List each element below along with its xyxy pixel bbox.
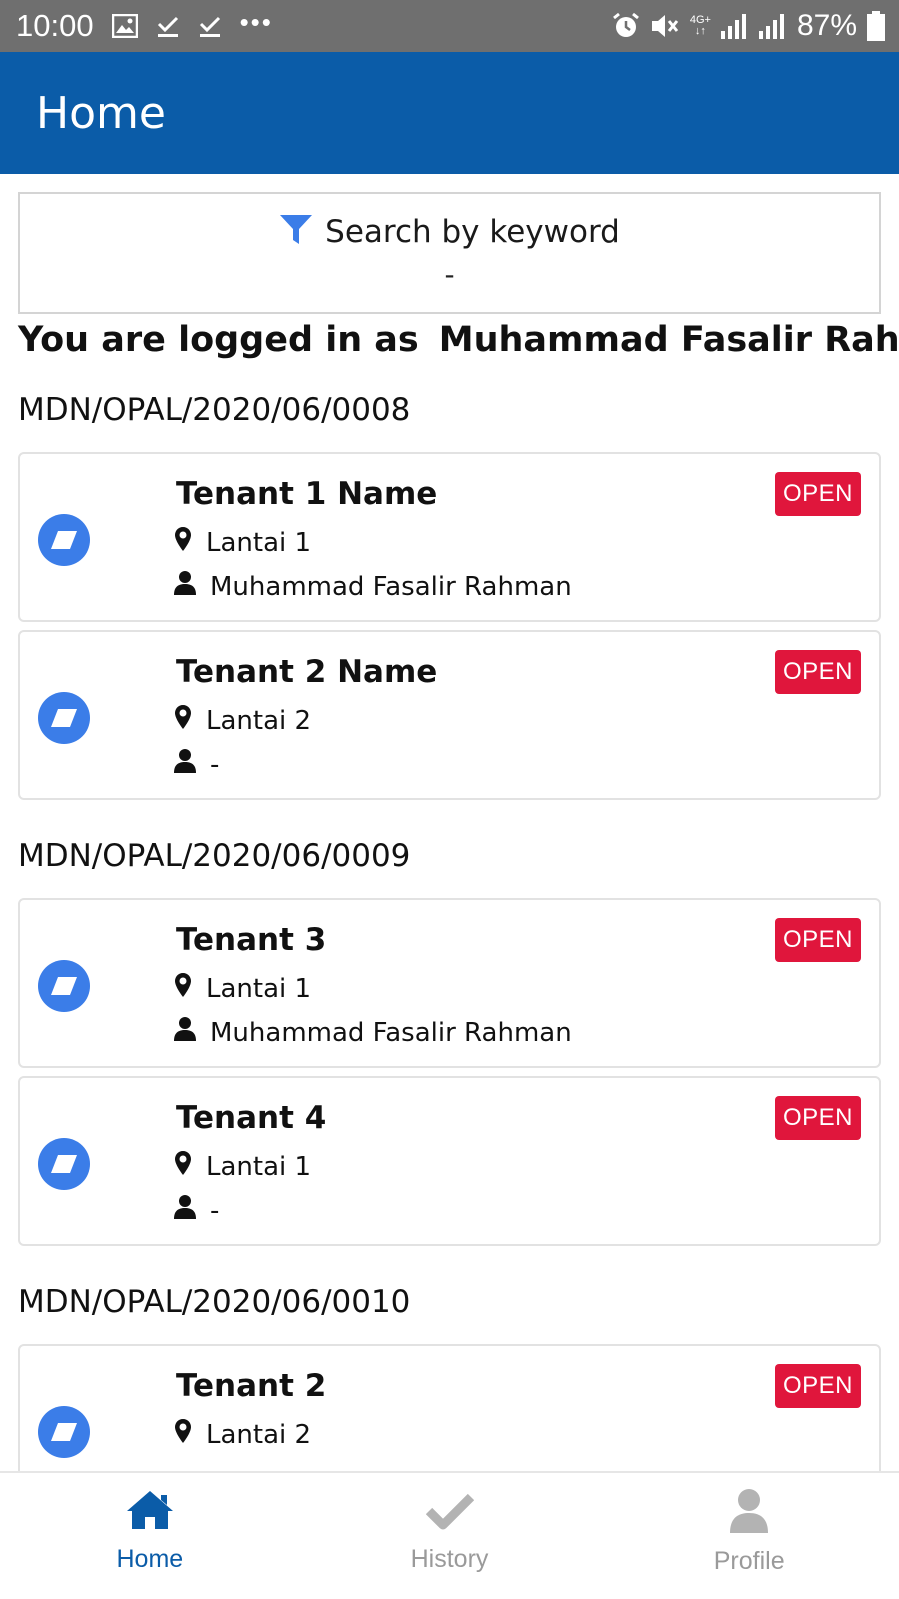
- logged-in-user: Muhammad Fasalir Rahman: [438, 320, 899, 360]
- tenant-name: Tenant 3: [176, 922, 327, 958]
- user-icon: [174, 1195, 196, 1226]
- location-row: Lantai 1: [174, 1150, 311, 1183]
- group-title: MDN/OPAL/2020/06/0009: [18, 838, 411, 874]
- tenant-name: Tenant 2: [176, 1368, 327, 1404]
- location-pin-icon: [174, 704, 192, 737]
- filter-icon: [279, 214, 313, 250]
- status-badge: OPEN: [774, 1364, 861, 1408]
- network-type-icon: 4G+ ↓↑: [689, 14, 711, 37]
- location-row: Lantai 1: [174, 972, 311, 1005]
- user-icon: [174, 1017, 196, 1048]
- status-badge: OPEN: [774, 918, 861, 962]
- status-badge: OPEN: [774, 650, 861, 694]
- assignee-text: Muhammad Fasalir Rahman: [210, 571, 572, 602]
- status-badge: OPEN: [774, 472, 861, 516]
- ticket-icon: [38, 692, 90, 744]
- location-text: Lantai 2: [206, 1419, 312, 1450]
- page-title: Home: [36, 87, 166, 139]
- nav-profile-label: Profile: [713, 1547, 785, 1575]
- group-title: MDN/OPAL/2020/06/0008: [18, 392, 411, 428]
- nav-home[interactable]: Home: [0, 1473, 300, 1599]
- user-icon: [729, 1489, 769, 1537]
- tenant-name: Tenant 4: [176, 1100, 327, 1136]
- mute-icon: [650, 12, 680, 40]
- location-row: Lantai 2: [174, 704, 311, 737]
- more-notifications-icon: •••: [239, 6, 273, 37]
- alarm-icon: [612, 12, 640, 40]
- nav-history[interactable]: History: [300, 1473, 600, 1599]
- status-bar: 10:00 ••• 4G+ ↓↑ 87%: [0, 0, 899, 52]
- location-row: Lantai 2: [174, 1418, 311, 1451]
- list-item[interactable]: Tenant 1 Name Lantai 1 Muhammad Fasalir …: [18, 452, 881, 622]
- location-text: Lantai 1: [206, 973, 312, 1004]
- assignee-text: -: [210, 749, 220, 780]
- list-item[interactable]: Tenant 2 Lantai 2 OPEN: [18, 1344, 881, 1471]
- search-value: -: [444, 258, 455, 291]
- location-row: Lantai 1: [174, 526, 311, 559]
- assignee-text: Muhammad Fasalir Rahman: [210, 1017, 572, 1048]
- signal-icon: [758, 13, 787, 39]
- battery-percent: 87%: [796, 9, 857, 42]
- ticket-icon: [38, 514, 90, 566]
- gallery-icon: [111, 14, 138, 38]
- user-icon: [174, 749, 196, 780]
- group-title: MDN/OPAL/2020/06/0010: [18, 1284, 411, 1320]
- user-icon: [174, 571, 196, 602]
- main-content[interactable]: Search by keyword - You are logged in as…: [0, 174, 899, 1471]
- assignee-row: Muhammad Fasalir Rahman: [174, 571, 572, 602]
- ticket-icon: [38, 960, 90, 1012]
- location-text: Lantai 1: [206, 1151, 312, 1182]
- ticket-icon: [38, 1138, 90, 1190]
- assignee-row: -: [174, 1195, 219, 1226]
- list-item[interactable]: Tenant 2 Name Lantai 2 - OPEN: [18, 630, 881, 800]
- bottom-navigation: Home History Profile: [0, 1471, 899, 1599]
- status-badge: OPEN: [774, 1096, 861, 1140]
- location-text: Lantai 1: [206, 527, 312, 558]
- nav-profile[interactable]: Profile: [599, 1473, 899, 1599]
- search-label: Search by keyword: [325, 214, 620, 250]
- tenant-name: Tenant 2 Name: [176, 654, 438, 690]
- location-pin-icon: [174, 526, 192, 559]
- location-text: Lantai 2: [206, 705, 312, 736]
- list-item[interactable]: Tenant 3 Lantai 1 Muhammad Fasalir Rahma…: [18, 898, 881, 1068]
- search-filter-button[interactable]: Search by keyword -: [18, 192, 881, 314]
- ticket-icon: [38, 1406, 90, 1458]
- nav-history-label: History: [410, 1545, 489, 1573]
- assignee-row: Muhammad Fasalir Rahman: [174, 1017, 572, 1048]
- list-item[interactable]: Tenant 4 Lantai 1 - OPEN: [18, 1076, 881, 1246]
- check-notification-icon: [198, 14, 222, 38]
- signal-icon: [720, 13, 749, 39]
- check-icon: [425, 1489, 474, 1535]
- nav-home-label: Home: [116, 1545, 184, 1573]
- logged-in-text: You are logged in as Muhammad Fasalir Rah…: [18, 320, 899, 360]
- tenant-name: Tenant 1 Name: [176, 476, 438, 512]
- home-icon: [125, 1489, 175, 1535]
- location-pin-icon: [174, 1150, 192, 1183]
- location-pin-icon: [174, 972, 192, 1005]
- app-bar: Home: [0, 52, 899, 174]
- check-notification-icon: [156, 14, 180, 38]
- battery-icon: [867, 11, 885, 41]
- assignee-row: -: [174, 749, 219, 780]
- assignee-text: -: [210, 1195, 220, 1226]
- logged-in-prefix: You are logged in as: [18, 320, 419, 360]
- status-time: 10:00: [16, 8, 94, 43]
- location-pin-icon: [174, 1418, 192, 1451]
